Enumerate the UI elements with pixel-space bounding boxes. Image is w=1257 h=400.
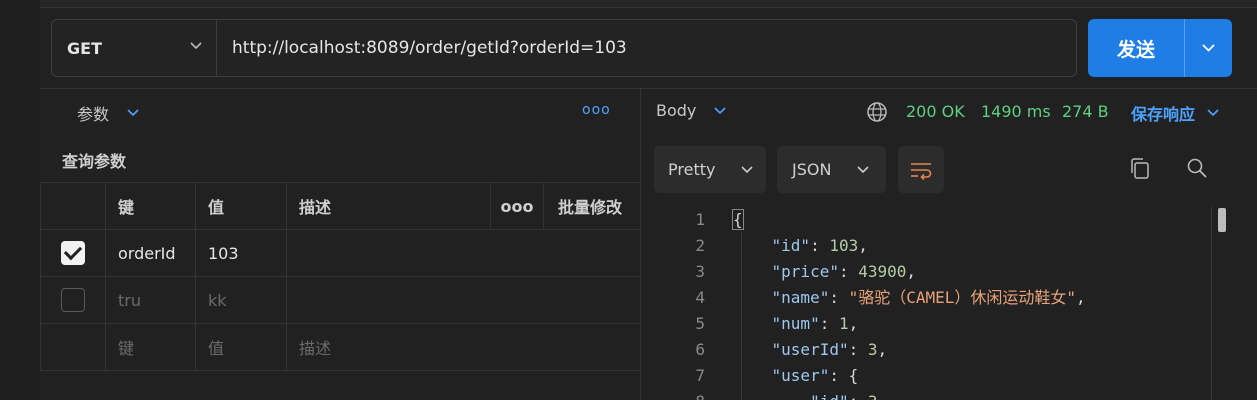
param-key[interactable]: tru — [105, 276, 196, 324]
request-bar: GET http://localhost:8089/order/getId?or… — [51, 19, 1077, 77]
response-body[interactable]: 1{ 2 "id": 103, 3 "price": 43900, 4 "nam… — [660, 207, 1086, 400]
code-line: 1{ — [695, 209, 744, 230]
table-header: 键 值 描述 ooo 批量修改 — [40, 182, 641, 230]
tab-body[interactable]: Body — [656, 101, 726, 120]
response-time: 1490 ms — [981, 102, 1051, 121]
param-value[interactable]: 103 — [195, 229, 287, 277]
chevron-down-icon — [1207, 109, 1219, 117]
params-table: 键 值 描述 ooo 批量修改 orderId 103 tru kk 键 值 描… — [40, 182, 641, 371]
response-size: 274 B — [1062, 102, 1109, 121]
tab-params-label: 参数 — [77, 105, 110, 124]
tab-params[interactable]: 参数 — [77, 101, 139, 125]
header-description: 描述 — [286, 182, 491, 230]
more-options-icon[interactable]: ooo — [582, 102, 611, 118]
chevron-down-icon — [1202, 44, 1215, 52]
chevron-down-icon — [714, 106, 726, 114]
code-line: 2 "id": 103, — [695, 236, 868, 255]
wrap-lines-button[interactable] — [898, 146, 944, 193]
copy-icon[interactable] — [1129, 157, 1151, 181]
column-options-icon[interactable]: ooo — [490, 182, 544, 230]
left-edge — [0, 0, 40, 400]
code-line: 8 "id": 3 — [660, 389, 1086, 400]
tab-body-label: Body — [656, 101, 697, 120]
method-select[interactable]: GET — [52, 20, 217, 76]
header-checkbox-cell — [40, 182, 106, 230]
code-line: 5 "num": 1, — [695, 314, 859, 333]
query-params-title: 查询参数 — [62, 152, 127, 171]
globe-icon[interactable] — [866, 101, 888, 123]
bulk-edit-button[interactable]: 批量修改 — [543, 182, 641, 230]
code-line: 3 "price": 43900, — [695, 262, 917, 281]
new-description-placeholder[interactable]: 描述 — [286, 323, 641, 371]
save-response-label: 保存响应 — [1131, 105, 1196, 124]
send-dropdown-button[interactable] — [1185, 19, 1232, 77]
search-icon[interactable] — [1186, 157, 1208, 179]
table-row-new: 键 值 描述 — [40, 323, 641, 371]
chevron-down-icon — [741, 165, 754, 173]
header-value: 值 — [195, 182, 287, 230]
row-checkbox-checked[interactable] — [61, 241, 85, 265]
send-button-group: 发送 — [1088, 19, 1232, 77]
language-select[interactable]: JSON — [777, 146, 886, 193]
top-strip — [0, 0, 1257, 8]
chevron-down-icon — [190, 42, 202, 50]
code-line: 7 "user": { — [695, 366, 859, 385]
row-checkbox[interactable] — [61, 288, 85, 312]
new-value-placeholder[interactable]: 值 — [195, 323, 287, 371]
chevron-down-icon — [857, 165, 870, 173]
param-description[interactable] — [286, 276, 641, 324]
language-label: JSON — [792, 160, 832, 179]
table-row: orderId 103 — [40, 229, 641, 277]
method-label: GET — [67, 38, 102, 58]
format-select[interactable]: Pretty — [654, 146, 766, 193]
send-button[interactable]: 发送 — [1088, 19, 1185, 77]
param-description[interactable] — [286, 229, 641, 277]
url-input[interactable]: http://localhost:8089/order/getId?orderI… — [217, 20, 627, 76]
scroll-track — [1211, 207, 1212, 400]
new-key-placeholder[interactable]: 键 — [105, 323, 196, 371]
code-line: 6 "userId": 3, — [695, 340, 888, 359]
wrap-text-icon — [911, 162, 932, 180]
code-line: 4 "name": "骆驼（CAMEL）休闲运动鞋女", — [695, 288, 1086, 307]
table-row: tru kk — [40, 276, 641, 324]
header-key: 键 — [105, 182, 196, 230]
format-label: Pretty — [668, 160, 716, 179]
divider — [40, 88, 1257, 89]
save-response-button[interactable]: 保存响应 — [1131, 101, 1219, 125]
status-code: 200 OK — [906, 102, 965, 121]
param-key[interactable]: orderId — [105, 229, 196, 277]
scrollbar-thumb[interactable] — [1218, 208, 1226, 232]
chevron-down-icon — [127, 109, 139, 117]
param-value[interactable]: kk — [195, 276, 287, 324]
